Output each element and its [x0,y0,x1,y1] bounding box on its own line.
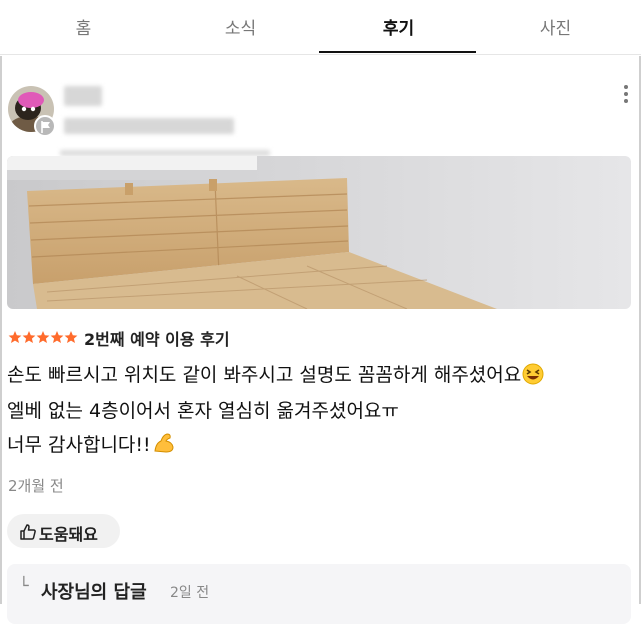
owner-reply: └ 사장님의 답글 2일 전 [7,564,631,624]
owner-reply-time: 2일 전 [170,585,210,601]
grinning-squinting-face-icon [522,363,544,385]
star-icon [64,331,78,343]
review-text-line: 손도 빠르시고 위치도 같이 봐주시고 설명도 꼼꼼하게 해주셨어요 [7,360,544,387]
tab-bar: 홈 소식 후기 사진 [0,0,641,55]
review-text-line: 엘베 없는 4층이어서 혼자 열심히 옮겨주셨어요ㅠ [7,400,399,422]
active-tab-indicator [319,51,476,53]
flag-badge-icon [34,115,56,137]
star-icon [36,331,50,343]
helpful-button[interactable]: 도움돼요 [7,514,120,548]
helpful-label: 도움돼요 [39,525,98,544]
reviewer-meta-redacted [64,118,234,134]
visit-count-label: 2번째 예약 이용 후기 [84,330,230,349]
more-options-icon[interactable] [620,82,632,106]
owner-reply-title: 사장님의 답글 [41,582,147,603]
star-icon [8,331,22,343]
reviewer-name-redacted [64,86,102,106]
star-icon [50,331,64,343]
frame-edge-left [0,56,2,604]
review-text-line: 너무 감사합니다!! [7,430,176,457]
star-icon [22,331,36,343]
review-time: 2개월 전 [8,477,64,495]
tab-reviews[interactable]: 후기 [319,0,478,54]
thumbs-up-icon [20,524,36,540]
tab-home[interactable]: 홈 [4,0,163,54]
reply-arrow-icon: └ [19,576,29,595]
star-rating [8,331,78,343]
tab-news[interactable]: 소식 [161,0,320,54]
review-photo[interactable] [7,156,631,309]
tab-photos[interactable]: 사진 [476,0,635,54]
flexed-biceps-icon [154,433,174,453]
